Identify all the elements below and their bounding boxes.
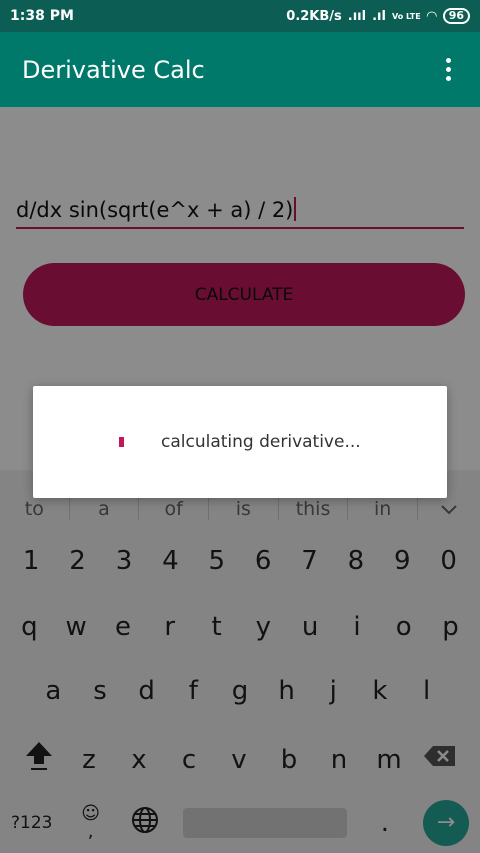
status-time: 1:38 PM [10, 8, 74, 24]
progress-message: calculating derivative... [161, 432, 361, 452]
signal-icon: .ııl [347, 8, 367, 24]
wifi-icon: ◠ [426, 8, 437, 24]
progress-dialog: calculating derivative... [33, 386, 447, 498]
volte-badge: Vo LTE [391, 11, 421, 21]
app-title: Derivative Calc [22, 55, 205, 84]
app-bar: Derivative Calc [0, 32, 480, 107]
overflow-menu-icon[interactable] [438, 55, 458, 85]
signal-icon: .ıl [372, 8, 386, 24]
status-bar: 1:38 PM 0.2KB/s .ııl .ıl Vo LTE ◠ 96 [0, 0, 480, 32]
battery-icon: 96 [442, 8, 470, 24]
progress-spinner [119, 437, 124, 447]
network-speed: 0.2KB/s [286, 8, 342, 24]
